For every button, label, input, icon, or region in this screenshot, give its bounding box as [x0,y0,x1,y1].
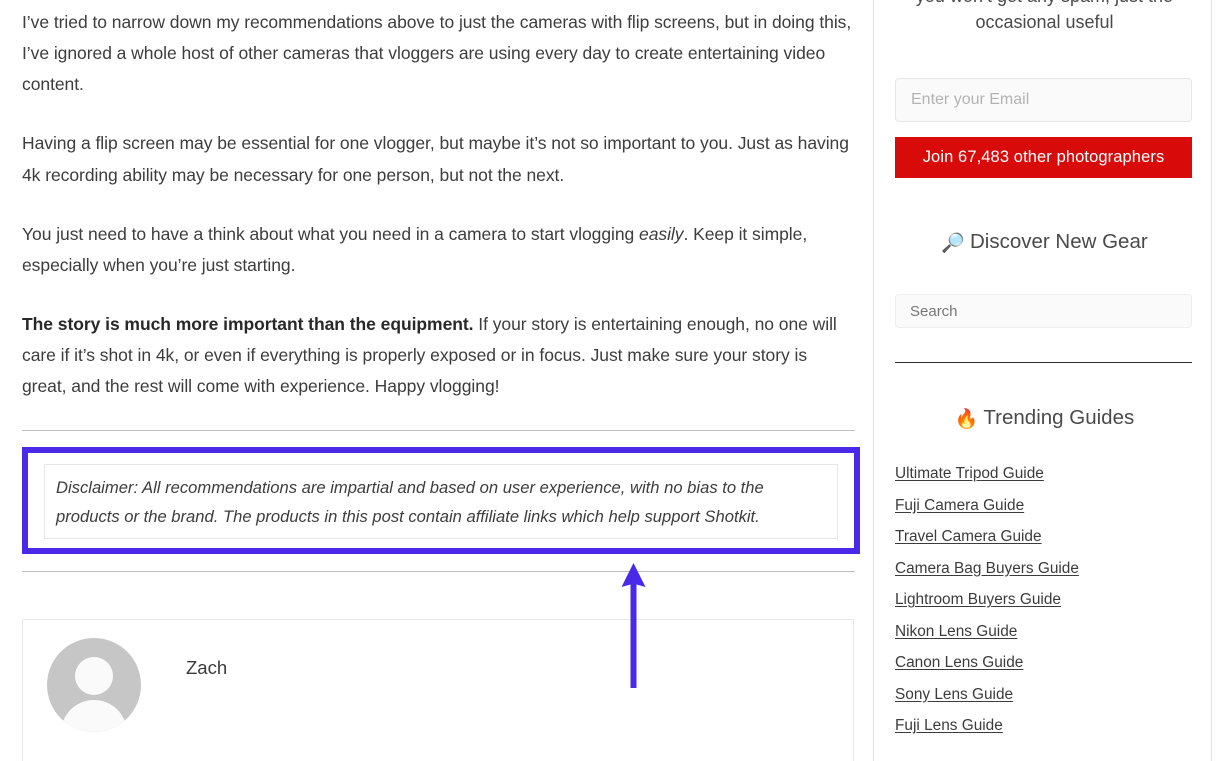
article-content-column: I’ve tried to narrow down my recommendat… [0,0,874,761]
author-name: Zach [186,657,228,679]
divider-above-disclaimer [22,430,855,432]
list-item: Fuji Lens Guide [895,717,1194,735]
list-item: Ultimate Tripod Guide [895,465,1194,483]
guide-link[interactable]: Ultimate Tripod Guide [895,465,1044,482]
trending-guides-heading: 🔥 Trending Guides [895,406,1194,430]
avatar-head-shape [75,657,113,696]
divider-below-disclaimer [22,571,855,573]
avatar-body-shape [61,700,127,733]
avatar [47,638,141,733]
list-item: Camera Bag Buyers Guide [895,560,1194,578]
optin-tagline-clipped-line: you won’t get any spam, just the occasio… [916,0,1173,33]
page-root: I’ve tried to narrow down my recommendat… [0,0,1218,761]
guide-link[interactable]: Fuji Lens Guide [895,717,1003,734]
fire-icon: 🔥 [954,409,979,430]
sidebar-divider [895,362,1192,363]
trending-guides-list: Ultimate Tripod Guide Fuji Camera Guide … [895,465,1194,735]
paragraph-lead-bold: The story is much more important than th… [22,313,474,334]
discover-new-gear-heading: 🔎 Discover New Gear [895,230,1194,254]
page-right-edge-rule [1211,0,1212,761]
disclaimer-inner-frame: Disclaimer: All recommendations are impa… [44,464,838,540]
paragraph-text-run: You just need to have a think about what… [22,223,640,244]
optin-tagline: you won’t get any spam, just the occasio… [895,0,1194,40]
sidebar: you won’t get any spam, just the occasio… [874,0,1218,761]
magnifying-glass-icon: 🔎 [941,233,965,254]
join-newsletter-button[interactable]: Join 67,483 other photographers [895,137,1192,178]
disclaimer-text: Disclaimer: All recommendations are impa… [56,478,764,526]
guide-link[interactable]: Fuji Camera Guide [895,497,1024,514]
author-card: Zach [22,619,854,761]
article-paragraph: Having a flip screen may be essential fo… [22,133,849,185]
list-item: Lightroom Buyers Guide [895,591,1194,609]
emphasized-word: easily [639,223,684,244]
disclaimer-highlight-box: Disclaimer: All recommendations are impa… [22,447,860,555]
list-item: Travel Camera Guide [895,528,1194,546]
list-item: Sony Lens Guide [895,686,1194,704]
article-paragraph: You just need to have a think about what… [22,219,853,281]
search-input[interactable] [895,294,1192,328]
trending-heading-label: Trending Guides [983,406,1135,429]
list-item: Nikon Lens Guide [895,623,1194,641]
guide-link[interactable]: Lightroom Buyers Guide [895,591,1061,608]
optin-tagline-visible-line: email from me :-) [976,38,1112,40]
guide-link[interactable]: Camera Bag Buyers Guide [895,560,1079,577]
list-item: Fuji Camera Guide [895,497,1194,515]
email-field[interactable] [895,78,1192,122]
list-item: Canon Lens Guide [895,654,1194,672]
discover-heading-label: Discover New Gear [969,230,1148,253]
guide-link[interactable]: Travel Camera Guide [895,528,1042,545]
article-paragraph: The story is much more important than th… [22,309,853,402]
guide-link[interactable]: Nikon Lens Guide [895,623,1017,640]
guide-link[interactable]: Canon Lens Guide [895,654,1023,671]
article-paragraph: I’ve tried to narrow down my recommendat… [22,12,852,95]
guide-link[interactable]: Sony Lens Guide [895,686,1013,703]
